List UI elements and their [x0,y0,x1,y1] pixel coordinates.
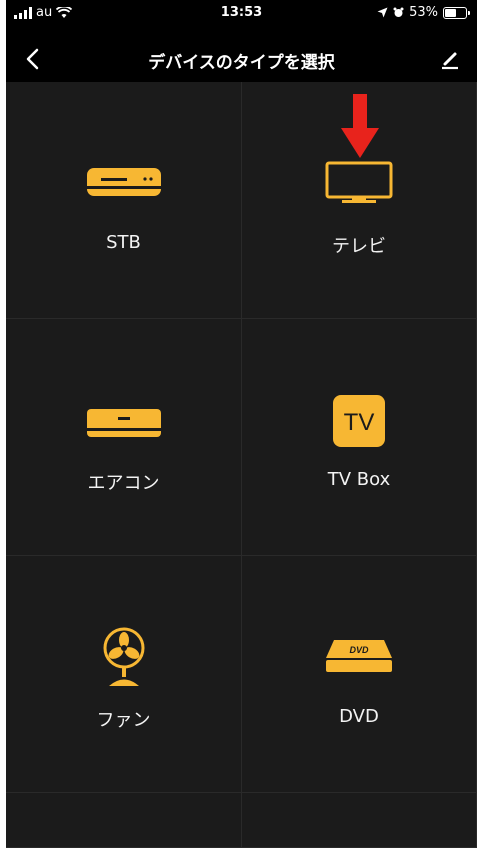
page-title: デバイスのタイプを選択 [148,53,335,73]
battery-icon [443,6,470,19]
device-label: エアコン [87,473,160,494]
device-tile-stb[interactable]: STB [6,82,242,319]
device-type-grid: STB テレビ エアコン TV TV Box ファン DVD DVD [6,82,477,848]
svg-text:DVD: DVD [349,645,369,655]
stb-icon [86,168,161,196]
device-tile-air-conditioner[interactable]: エアコン [6,319,242,556]
device-tile-dvd[interactable]: DVD DVD [242,556,477,793]
device-tile-partial[interactable] [242,793,477,848]
dvd-icon: DVD [326,640,392,672]
app-screen: au 13:53 53% デバイスのタイプを選択 STB テレビ エアコン TV… [6,0,477,848]
device-tile-tv-box[interactable]: TV TV Box [242,319,477,556]
battery-percent: 53% [409,5,438,20]
status-right: 53% [377,5,470,20]
device-label: ファン [96,710,151,731]
device-label: テレビ [332,236,386,257]
device-label: TV Box [327,469,391,490]
down-arrow-icon [341,94,379,158]
air-conditioner-icon [86,409,161,437]
svg-text:TV: TV [344,409,375,436]
location-icon [377,7,388,18]
nav-header: デバイスのタイプを選択 [6,36,477,82]
device-label: DVD [339,706,379,727]
alarm-icon [393,7,404,17]
tv-icon [325,161,393,203]
tv-box-icon: TV [333,395,385,447]
fan-icon [103,627,144,686]
device-label: STB [106,232,141,253]
status-bar: au 13:53 53% [6,0,477,36]
device-tile-fan[interactable]: ファン [6,556,242,793]
edit-icon[interactable] [437,46,463,72]
device-tile-partial[interactable] [6,793,242,848]
